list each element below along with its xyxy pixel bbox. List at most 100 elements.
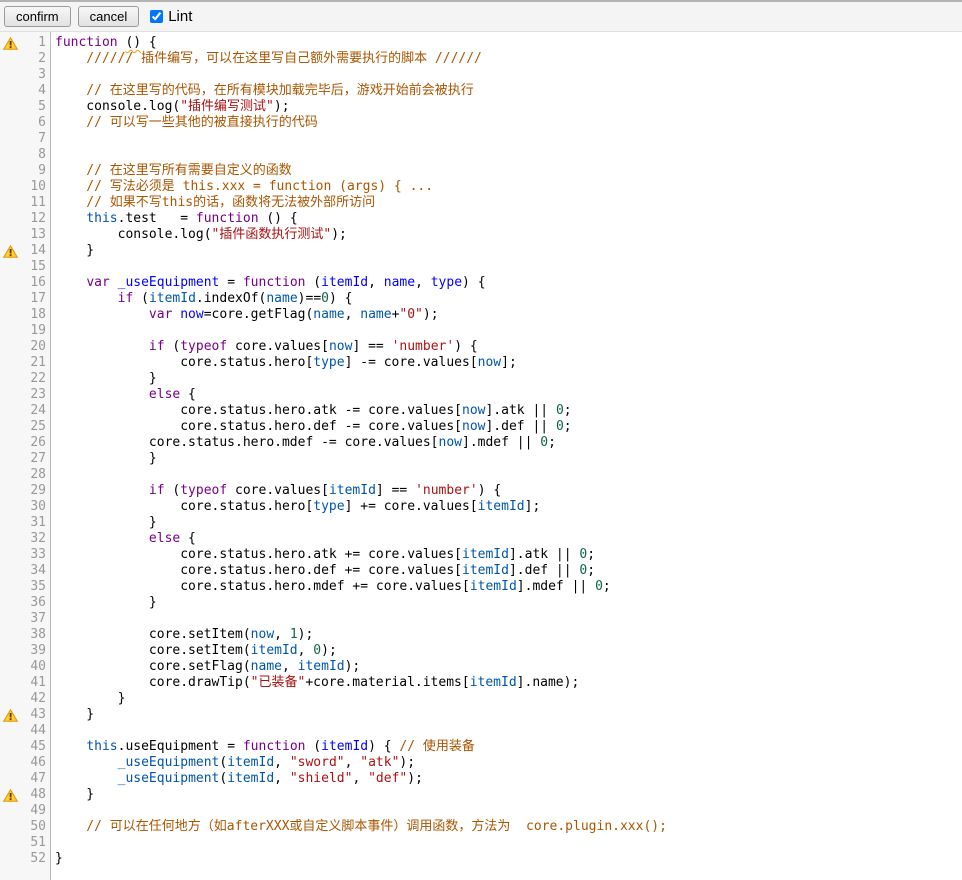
code-line[interactable]: // 在这里写所有需要自定义的函数: [55, 163, 962, 179]
cancel-button[interactable]: cancel: [78, 6, 140, 27]
gutter-cell[interactable]: 47: [0, 771, 50, 787]
gutter-cell[interactable]: 23: [0, 387, 50, 403]
code-line[interactable]: }: [55, 707, 962, 723]
gutter-cell[interactable]: 19: [0, 323, 50, 339]
gutter-cell[interactable]: 49: [0, 803, 50, 819]
gutter-cell[interactable]: 17: [0, 291, 50, 307]
gutter-cell[interactable]: 4: [0, 83, 50, 99]
gutter-cell[interactable]: 24: [0, 403, 50, 419]
gutter-cell[interactable]: 41: [0, 675, 50, 691]
code-line[interactable]: }: [55, 851, 962, 867]
code-line[interactable]: [55, 147, 962, 163]
code-line[interactable]: }: [55, 451, 962, 467]
gutter-cell[interactable]: 51: [0, 835, 50, 851]
lint-toggle[interactable]: Lint: [150, 8, 192, 25]
code-line[interactable]: _useEquipment(itemId, "shield", "def");: [55, 771, 962, 787]
code-line[interactable]: core.setFlag(name, itemId);: [55, 659, 962, 675]
code-line[interactable]: this.useEquipment = function (itemId) { …: [55, 739, 962, 755]
gutter-cell[interactable]: 33: [0, 547, 50, 563]
code-line[interactable]: }: [55, 243, 962, 259]
gutter-cell[interactable]: 27: [0, 451, 50, 467]
gutter-cell[interactable]: 15: [0, 259, 50, 275]
gutter-cell[interactable]: 14: [0, 243, 50, 259]
code-line[interactable]: else {: [55, 387, 962, 403]
gutter-cell[interactable]: 38: [0, 627, 50, 643]
gutter-cell[interactable]: 44: [0, 723, 50, 739]
code-line[interactable]: [55, 323, 962, 339]
gutter-cell[interactable]: 18: [0, 307, 50, 323]
gutter-cell[interactable]: 48: [0, 787, 50, 803]
code-line[interactable]: [55, 835, 962, 851]
gutter-cell[interactable]: 11: [0, 195, 50, 211]
gutter-cell[interactable]: 36: [0, 595, 50, 611]
gutter-cell[interactable]: 43: [0, 707, 50, 723]
code-line[interactable]: [55, 611, 962, 627]
code-line[interactable]: core.setItem(itemId, 0);: [55, 643, 962, 659]
code-line[interactable]: }: [55, 787, 962, 803]
code-line[interactable]: core.status.hero.mdef -= core.values[now…: [55, 435, 962, 451]
gutter-cell[interactable]: 16: [0, 275, 50, 291]
code-line[interactable]: }: [55, 595, 962, 611]
gutter-cell[interactable]: 52: [0, 851, 50, 867]
code-line[interactable]: if (typeof core.values[itemId] == 'numbe…: [55, 483, 962, 499]
code-line[interactable]: core.status.hero.atk -= core.values[now]…: [55, 403, 962, 419]
code-line[interactable]: if (typeof core.values[now] == 'number')…: [55, 339, 962, 355]
code-line[interactable]: var _useEquipment = function (itemId, na…: [55, 275, 962, 291]
gutter-cell[interactable]: 7: [0, 131, 50, 147]
gutter-cell[interactable]: 28: [0, 467, 50, 483]
gutter-cell[interactable]: 2: [0, 51, 50, 67]
gutter-cell[interactable]: 29: [0, 483, 50, 499]
gutter-cell[interactable]: 6: [0, 115, 50, 131]
code-line[interactable]: if (itemId.indexOf(name)==0) {: [55, 291, 962, 307]
code-line[interactable]: // 可以写一些其他的被直接执行的代码: [55, 115, 962, 131]
gutter-cell[interactable]: 26: [0, 435, 50, 451]
code-line[interactable]: core.status.hero[type] -= core.values[no…: [55, 355, 962, 371]
gutter-cell[interactable]: 9: [0, 163, 50, 179]
gutter-cell[interactable]: 35: [0, 579, 50, 595]
gutter-cell[interactable]: 13: [0, 227, 50, 243]
code-line[interactable]: ////// 插件编写，可以在这里写自己额外需要执行的脚本 //////: [55, 51, 962, 67]
code-line[interactable]: [55, 131, 962, 147]
gutter-cell[interactable]: 45: [0, 739, 50, 755]
gutter-cell[interactable]: 21: [0, 355, 50, 371]
confirm-button[interactable]: confirm: [4, 6, 71, 27]
gutter-cell[interactable]: 5: [0, 99, 50, 115]
code-line[interactable]: }: [55, 371, 962, 387]
code-line[interactable]: [55, 259, 962, 275]
code-line[interactable]: core.status.hero[type] += core.values[it…: [55, 499, 962, 515]
code-line[interactable]: core.setItem(now, 1);: [55, 627, 962, 643]
code-line[interactable]: core.status.hero.def += core.values[item…: [55, 563, 962, 579]
code-line[interactable]: [55, 803, 962, 819]
code-line[interactable]: core.status.hero.mdef += core.values[ite…: [55, 579, 962, 595]
code-line[interactable]: this.test = function () {: [55, 211, 962, 227]
gutter-cell[interactable]: 3: [0, 67, 50, 83]
code-editor[interactable]: 1234567891011121314151617181920212223242…: [0, 32, 962, 880]
code-line[interactable]: [55, 467, 962, 483]
gutter-cell[interactable]: 8: [0, 147, 50, 163]
gutter-cell[interactable]: 32: [0, 531, 50, 547]
gutter-cell[interactable]: 31: [0, 515, 50, 531]
code-line[interactable]: console.log("插件编写测试");: [55, 99, 962, 115]
code-line[interactable]: console.log("插件函数执行测试");: [55, 227, 962, 243]
gutter-cell[interactable]: 42: [0, 691, 50, 707]
code-line[interactable]: function () {: [55, 35, 962, 51]
gutter-cell[interactable]: 39: [0, 643, 50, 659]
gutter-cell[interactable]: 1: [0, 35, 50, 51]
gutter-cell[interactable]: 46: [0, 755, 50, 771]
gutter-cell[interactable]: 12: [0, 211, 50, 227]
gutter-cell[interactable]: 40: [0, 659, 50, 675]
gutter-cell[interactable]: 20: [0, 339, 50, 355]
code-line[interactable]: core.drawTip("已装备"+core.material.items[i…: [55, 675, 962, 691]
gutter-cell[interactable]: 50: [0, 819, 50, 835]
code-line[interactable]: core.status.hero.atk += core.values[item…: [55, 547, 962, 563]
code-line[interactable]: // 在这里写的代码，在所有模块加载完毕后，游戏开始前会被执行: [55, 83, 962, 99]
gutter-cell[interactable]: 10: [0, 179, 50, 195]
lint-checkbox[interactable]: [150, 10, 163, 23]
code-pane[interactable]: function () { ////// 插件编写，可以在这里写自己额外需要执行…: [51, 32, 962, 880]
code-line[interactable]: else {: [55, 531, 962, 547]
code-line[interactable]: // 可以在任何地方（如afterXXX或自定义脚本事件）调用函数，方法为 co…: [55, 819, 962, 835]
code-line[interactable]: // 写法必须是 this.xxx = function (args) { ..…: [55, 179, 962, 195]
code-line[interactable]: }: [55, 691, 962, 707]
code-line[interactable]: [55, 723, 962, 739]
gutter-cell[interactable]: 37: [0, 611, 50, 627]
